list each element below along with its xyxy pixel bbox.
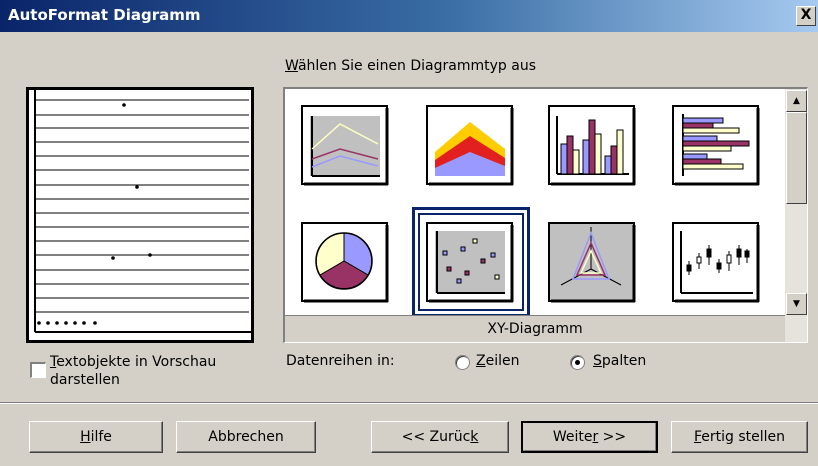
chart-type-radar[interactable] (547, 221, 637, 303)
next-button[interactable]: Weiter >> (521, 421, 658, 453)
rows-radio[interactable] (455, 355, 470, 370)
stock-chart-icon (672, 222, 760, 303)
help-button[interactable]: Hilfe (29, 421, 163, 453)
chart-type-pie[interactable] (300, 221, 390, 303)
area-chart-icon (426, 105, 514, 186)
button-separator (0, 402, 818, 404)
data-series-label: Datenreihen in: (286, 353, 395, 369)
selection-highlight (412, 207, 530, 317)
text-objects-preview-label[interactable]: Textobjekte in Vorschau darstellen (50, 353, 260, 389)
chart-type-bar[interactable] (671, 104, 761, 186)
scroll-down-icon: ▼ (793, 299, 800, 309)
chart-preview (26, 87, 254, 343)
finish-button[interactable]: Fertig stellen (671, 421, 808, 453)
preview-xy-plot (34, 90, 251, 333)
title-bar: AutoFormat Diagramm X (0, 0, 818, 32)
bar-chart-icon (672, 105, 760, 186)
selected-chart-type-name: XY-Diagramm (285, 315, 785, 342)
chart-type-scrollbar[interactable]: ▲ ▼ (785, 89, 807, 342)
chart-type-column[interactable] (547, 104, 637, 186)
rows-radio-label[interactable]: Zeilen (476, 353, 519, 369)
chart-type-picker[interactable]: ▲ ▼ XY-Diagramm (283, 87, 808, 343)
chart-type-stock[interactable] (671, 221, 761, 303)
scroll-down-button[interactable]: ▼ (786, 293, 807, 315)
columns-radio-label[interactable]: Spalten (593, 353, 646, 369)
chart-type-area[interactable] (425, 104, 515, 186)
scroll-up-icon: ▲ (793, 96, 800, 106)
chart-type-line[interactable] (300, 104, 390, 186)
pie-chart-icon (301, 222, 389, 303)
scroll-thumb[interactable] (786, 112, 807, 204)
columns-radio[interactable] (570, 355, 585, 370)
radar-chart-icon (548, 222, 636, 303)
window-title: AutoFormat Diagramm (8, 6, 201, 24)
back-button[interactable]: << Zurück (371, 421, 509, 453)
chart-type-label: Wählen Sie einen Diagrammtyp aus (285, 58, 536, 74)
scroll-up-button[interactable]: ▲ (786, 90, 807, 112)
close-button[interactable]: X (796, 6, 816, 26)
cancel-button[interactable]: Abbrechen (176, 421, 316, 453)
text-objects-preview-checkbox[interactable] (30, 362, 46, 378)
radio-selected-dot (575, 360, 580, 365)
close-icon: X (800, 7, 812, 23)
line-chart-icon (301, 105, 389, 186)
column-chart-icon (548, 105, 636, 186)
